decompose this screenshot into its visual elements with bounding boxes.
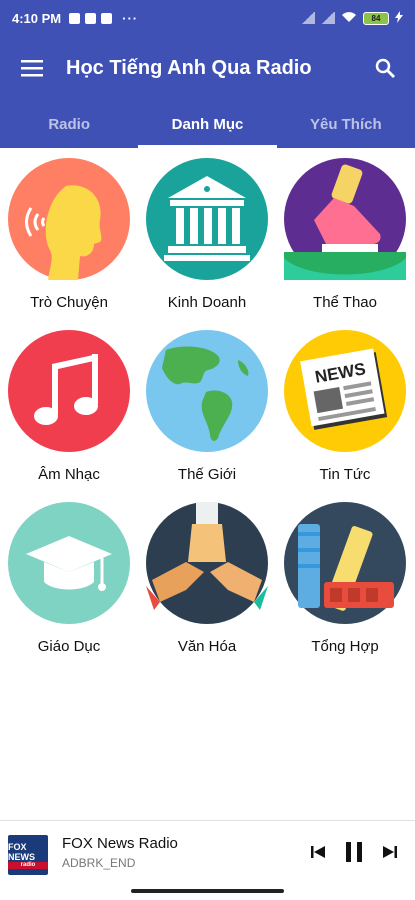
category-tin-tuc[interactable]: NEWS Tin Tức [276,320,414,492]
skip-previous-icon[interactable] [307,841,329,863]
tab-bar: Radio Danh Mục Yêu Thích [0,100,415,148]
category-label: Trò Chuyện [30,294,108,311]
category-van-hoa[interactable]: Văn Hóa [138,492,276,664]
station-logo: FOX NEWS radio [8,835,48,875]
category-label: Tin Tức [319,466,371,483]
category-kinh-doanh[interactable]: Kinh Doanh [138,148,276,320]
category-the-thao[interactable]: Thể Thao [276,148,414,320]
color-palette-icon [284,502,406,624]
track-info: FOX News Radio ADBRK_END [62,835,307,870]
logo-sub: radio [8,861,48,869]
app-title: Học Tiếng Anh Qua Radio [66,56,312,79]
category-label: Tổng Hợp [311,638,379,655]
tab-radio[interactable]: Radio [0,100,138,148]
mini-player[interactable]: FOX NEWS radio FOX News Radio ADBRK_END [0,820,415,900]
status-time: 4:10 PM [12,10,62,26]
category-the-gioi[interactable]: Thế Giới [138,320,276,492]
globe-icon [146,330,268,452]
app-bar: Học Tiếng Anh Qua Radio [0,36,415,100]
bank-building-icon [146,158,268,280]
skip-next-icon[interactable] [379,841,401,863]
wifi-icon [341,11,357,26]
category-tro-chuyen[interactable]: Trò Chuyện [0,148,138,320]
search-icon[interactable] [361,44,409,92]
category-label: Thể Thao [313,294,377,311]
battery-icon: 84 [363,11,389,25]
music-note-icon [8,330,130,452]
category-am-nhac[interactable]: Âm Nhạc [0,320,138,492]
tab-yeu-thich[interactable]: Yêu Thích [277,100,415,148]
tab-danh-muc[interactable]: Danh Mục [138,100,277,148]
charging-icon [395,10,403,26]
category-grid: Trò Chuyện Kinh Doanh Thể Thao Âm Nhạc T… [0,148,415,664]
newspaper-icon: NEWS [284,330,406,452]
joined-hands-icon [146,502,268,624]
category-label: Văn Hóa [177,638,237,655]
notification-icon [85,12,97,24]
speaking-head-icon [8,158,130,280]
category-label: Âm Nhạc [38,466,100,483]
signal-icon [321,12,335,24]
category-label: Kinh Doanh [167,294,247,311]
category-tong-hop[interactable]: Tổng Hợp [276,492,414,664]
graduation-cap-icon [8,502,130,624]
notification-icons [69,12,113,24]
station-name: FOX News Radio [62,835,178,852]
pause-icon[interactable] [343,841,365,863]
category-giao-duc[interactable]: Giáo Dục [0,492,138,664]
logo-text: FOX NEWS [8,841,35,862]
now-playing: ADBRK_END [62,856,136,870]
player-controls [307,841,401,863]
category-label: Thế Giới [177,466,237,483]
more-notifications-icon: ··· [122,10,139,26]
notification-icon [101,12,113,24]
category-label: Giáo Dục [37,638,101,655]
signal-icon [301,12,315,24]
running-shoe-icon [284,158,406,280]
hamburger-menu-icon[interactable] [4,40,60,96]
home-indicator[interactable] [131,889,284,893]
status-bar: 4:10 PM ··· 84 [0,0,415,36]
notification-icon [69,12,81,24]
